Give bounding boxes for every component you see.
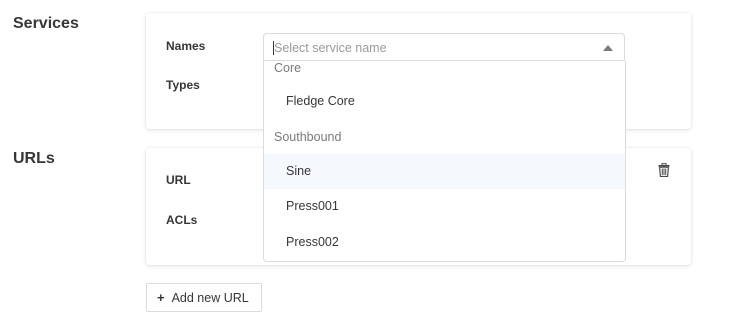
urls-section-title: URLs: [13, 150, 55, 167]
add-new-url-label: Add new URL: [171, 290, 249, 305]
url-label: URL: [166, 173, 191, 187]
trash-icon[interactable]: [658, 163, 670, 177]
dropdown-option-press002[interactable]: Press002: [264, 225, 625, 260]
acls-label: ACLs: [166, 213, 198, 227]
service-name-select[interactable]: Select service name: [263, 33, 625, 61]
page: Services Names Types Select service name…: [0, 0, 733, 325]
services-section-title: Services: [13, 15, 79, 32]
add-new-url-button[interactable]: + Add new URL: [146, 283, 262, 312]
plus-icon: +: [157, 290, 165, 305]
service-name-placeholder: Select service name: [274, 41, 387, 55]
dropdown-group-core: Core: [274, 61, 302, 75]
dropdown-option-sine[interactable]: Sine: [264, 154, 625, 189]
names-label: Names: [166, 39, 206, 53]
dropdown-option-fledge-core[interactable]: Fledge Core: [264, 84, 625, 119]
dropdown-group-southbound: Southbound: [274, 130, 342, 144]
types-label: Types: [166, 78, 200, 92]
service-name-dropdown: Core Fledge Core Southbound Sine Press00…: [263, 61, 626, 262]
dropdown-option-press001[interactable]: Press001: [264, 189, 625, 224]
chevron-up-icon[interactable]: [603, 45, 613, 51]
